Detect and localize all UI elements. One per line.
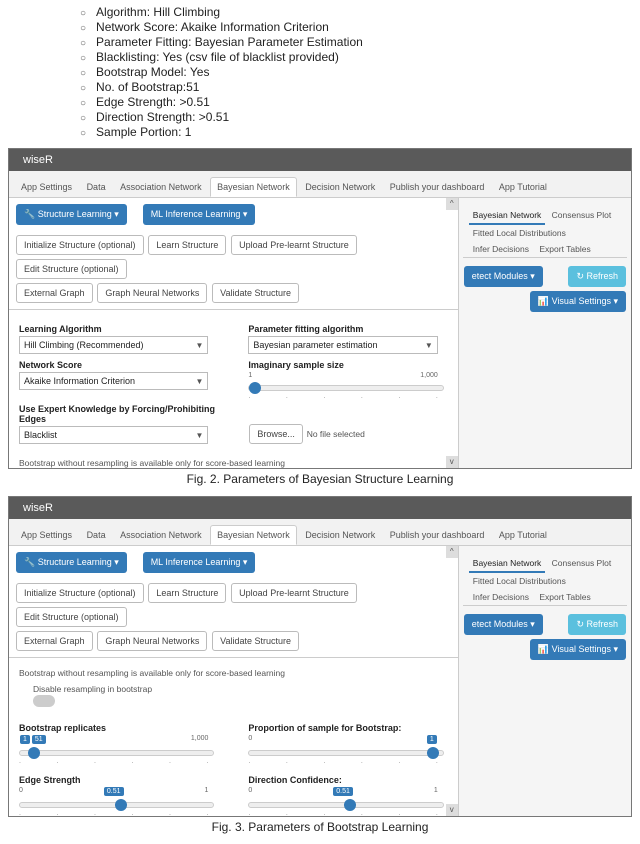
init-structure-button[interactable]: Initialize Structure (optional): [16, 583, 144, 603]
chevron-down-icon: ▼: [195, 377, 203, 386]
tab-decision-network[interactable]: Decision Network: [299, 526, 381, 544]
subtab-bayesian-network[interactable]: Bayesian Network: [469, 207, 546, 225]
proportion-sample-label: Proportion of sample for Bootstrap:: [248, 723, 447, 733]
subtab-infer[interactable]: Infer Decisions: [469, 589, 533, 605]
tab-bayesian-network[interactable]: Bayesian Network: [210, 177, 297, 197]
network-score-label: Network Score: [19, 360, 218, 370]
tab-app-settings[interactable]: App Settings: [15, 178, 78, 196]
upload-prelearnt-button[interactable]: Upload Pre-learnt Structure: [231, 235, 357, 255]
edit-structure-button[interactable]: Edit Structure (optional): [16, 259, 127, 279]
tab-tutorial[interactable]: App Tutorial: [493, 178, 553, 196]
tab-app-settings[interactable]: App Settings: [15, 526, 78, 544]
chevron-down-icon: ▼: [195, 431, 203, 440]
subtab-infer[interactable]: Infer Decisions: [469, 241, 533, 257]
upload-prelearnt-button[interactable]: Upload Pre-learnt Structure: [231, 583, 357, 603]
imaginary-ss-label: Imaginary sample size: [248, 360, 447, 370]
expert-knowledge-label: Use Expert Knowledge by Forcing/Prohibit…: [19, 404, 218, 424]
intro-item: Direction Strength: >0.51: [80, 110, 612, 124]
main-tabs: App Settings Data Association Network Ba…: [9, 171, 631, 198]
visual-settings-button[interactable]: 📊 Visual Settings ▾: [530, 291, 626, 312]
tab-data[interactable]: Data: [81, 178, 112, 196]
boot-replicates-label: Bootstrap replicates: [19, 723, 218, 733]
subtab-export[interactable]: Export Tables: [535, 241, 594, 257]
refresh-button[interactable]: ↻ Refresh: [568, 614, 626, 635]
no-file-text: No file selected: [307, 429, 365, 439]
subtab-consensus[interactable]: Consensus Plot: [548, 555, 616, 571]
gnn-button[interactable]: Graph Neural Networks: [97, 283, 207, 303]
subtab-fitted[interactable]: Fitted Local Distributions: [469, 225, 570, 241]
tab-publish[interactable]: Publish your dashboard: [384, 526, 491, 544]
imaginary-ss-slider[interactable]: [248, 385, 443, 391]
chevron-down-icon: ▼: [195, 341, 203, 350]
boot-note: Bootstrap without resampling is availabl…: [19, 668, 448, 678]
detect-modules-button[interactable]: etect Modules ▾: [464, 266, 543, 287]
direction-conf-label: Direction Confidence:: [248, 775, 447, 785]
intro-item: Algorithm: Hill Climbing: [80, 5, 612, 19]
validate-structure-button[interactable]: Validate Structure: [212, 283, 299, 303]
intro-item: Bootstrap Model: Yes: [80, 65, 612, 79]
subtab-consensus[interactable]: Consensus Plot: [548, 207, 616, 223]
gnn-button[interactable]: Graph Neural Networks: [97, 631, 207, 651]
intro-item: Blacklisting: Yes (csv file of blacklist…: [80, 50, 612, 64]
scroll-up-icon[interactable]: ^: [446, 198, 458, 210]
direction-conf-slider[interactable]: [248, 802, 443, 808]
disable-resamp-label: Disable resampling in bootstrap: [33, 684, 152, 694]
expert-knowledge-select[interactable]: Blacklist▼: [19, 426, 208, 444]
tab-tutorial[interactable]: App Tutorial: [493, 526, 553, 544]
network-score-select[interactable]: Akaike Information Criterion▼: [19, 372, 208, 390]
refresh-button[interactable]: ↻ Refresh: [568, 266, 626, 287]
tab-assoc-network[interactable]: Association Network: [114, 178, 208, 196]
subtab-export[interactable]: Export Tables: [535, 589, 594, 605]
screenshot-fig2: wiseR App Settings Data Association Netw…: [8, 148, 632, 469]
app-title: wiseR: [9, 497, 631, 519]
main-tabs: App Settings Data Association Network Ba…: [9, 519, 631, 546]
intro-list: Algorithm: Hill Climbing Network Score: …: [0, 0, 640, 146]
visual-settings-button[interactable]: 📊 Visual Settings ▾: [530, 639, 626, 660]
edge-strength-label: Edge Strength: [19, 775, 218, 785]
detect-modules-button[interactable]: etect Modules ▾: [464, 614, 543, 635]
proportion-sample-slider[interactable]: [248, 750, 443, 756]
intro-item: Network Score: Akaike Information Criter…: [80, 20, 612, 34]
tab-decision-network[interactable]: Decision Network: [299, 178, 381, 196]
external-graph-button[interactable]: External Graph: [16, 631, 93, 651]
tab-bayesian-network[interactable]: Bayesian Network: [210, 525, 297, 545]
validate-structure-button[interactable]: Validate Structure: [212, 631, 299, 651]
subtab-fitted[interactable]: Fitted Local Distributions: [469, 573, 570, 589]
external-graph-button[interactable]: External Graph: [16, 283, 93, 303]
ml-inference-button[interactable]: ML Inference Learning ▾: [143, 204, 256, 225]
structure-learning-button[interactable]: 🔧 Structure Learning ▾: [16, 204, 127, 225]
chevron-down-icon: ▼: [425, 341, 433, 350]
intro-item: No. of Bootstrap:51: [80, 80, 612, 94]
app-title: wiseR: [9, 149, 631, 171]
learn-structure-button[interactable]: Learn Structure: [148, 583, 226, 603]
boot-note: Bootstrap without resampling is availabl…: [19, 458, 448, 468]
edit-structure-button[interactable]: Edit Structure (optional): [16, 607, 127, 627]
init-structure-button[interactable]: Initialize Structure (optional): [16, 235, 144, 255]
intro-item: Sample Portion: 1: [80, 125, 612, 139]
browse-button[interactable]: Browse...: [249, 424, 303, 444]
screenshot-fig3: wiseR App Settings Data Association Netw…: [8, 496, 632, 817]
scroll-down-icon[interactable]: v: [446, 804, 458, 816]
ml-inference-button[interactable]: ML Inference Learning ▾: [143, 552, 256, 573]
structure-learning-button[interactable]: 🔧 Structure Learning ▾: [16, 552, 127, 573]
scroll-up-icon[interactable]: ^: [446, 546, 458, 558]
edge-strength-slider[interactable]: [19, 802, 214, 808]
learn-structure-button[interactable]: Learn Structure: [148, 235, 226, 255]
learning-algo-select[interactable]: Hill Climbing (Recommended)▼: [19, 336, 208, 354]
param-fitting-select[interactable]: Bayesian parameter estimation▼: [248, 336, 437, 354]
boot-replicates-slider[interactable]: [19, 750, 214, 756]
param-fitting-label: Parameter fitting algorithm: [248, 324, 447, 334]
subtab-bayesian-network[interactable]: Bayesian Network: [469, 555, 546, 573]
disable-resamp-toggle[interactable]: [33, 695, 55, 707]
fig2-caption: Fig. 2. Parameters of Bayesian Structure…: [0, 472, 640, 486]
intro-item: Edge Strength: >0.51: [80, 95, 612, 109]
tab-data[interactable]: Data: [81, 526, 112, 544]
tab-publish[interactable]: Publish your dashboard: [384, 178, 491, 196]
fig3-caption: Fig. 3. Parameters of Bootstrap Learning: [0, 820, 640, 834]
tab-assoc-network[interactable]: Association Network: [114, 526, 208, 544]
intro-item: Parameter Fitting: Bayesian Parameter Es…: [80, 35, 612, 49]
scroll-down-icon[interactable]: v: [446, 456, 458, 468]
learning-algo-label: Learning Algorithm: [19, 324, 218, 334]
